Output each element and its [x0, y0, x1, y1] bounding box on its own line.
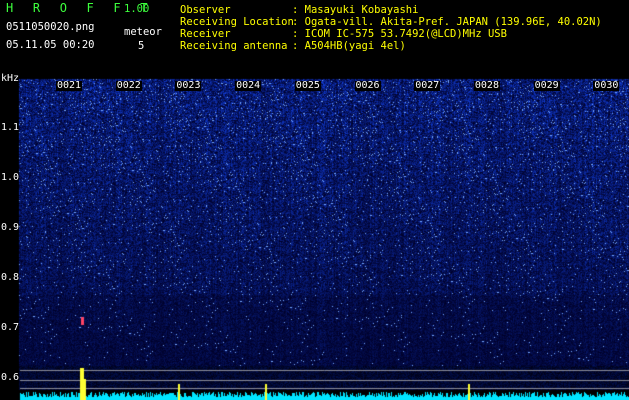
header-panel: H R O F F T 1.00 0511050020.png 05.11.05… [0, 0, 629, 74]
y-tick-label: 0.8 [1, 272, 20, 283]
meteor-count: 5 [138, 40, 145, 52]
y-tick-label: 0.9 [1, 222, 20, 233]
y-tick-label: 0.7 [1, 322, 20, 333]
file-datetime: 05.11.05 00:20 [6, 39, 95, 51]
x-tick-label: 0023 [175, 80, 202, 91]
location-value: : Ogata-vill. Akita-Pref. JAPAN (139.96E… [292, 16, 602, 28]
antenna-label: Receiving antenna [180, 40, 288, 52]
receiver-label: Receiver [180, 28, 231, 40]
y-tick-label: 1.1 [1, 122, 20, 133]
receiver-value: : ICOM IC-575 53.7492(@LCD)MHz USB [292, 28, 507, 40]
y-axis-unit: kHz [1, 73, 20, 84]
x-tick-label: 0030 [593, 80, 620, 91]
y-tick-label: 0.6 [1, 372, 20, 383]
file-name: 0511050020.png [6, 21, 95, 33]
x-tick-label: 0021 [56, 80, 83, 91]
x-tick-label: 0027 [414, 80, 441, 91]
x-tick-label: 0022 [115, 80, 142, 91]
observer-label: Observer [180, 4, 231, 16]
location-label: Receiving Location [180, 16, 294, 28]
spectrogram-canvas [0, 74, 629, 400]
x-tick-label: 0025 [294, 80, 321, 91]
observer-value: : Masayuki Kobayashi [292, 4, 419, 16]
x-tick-label: 0029 [533, 80, 560, 91]
y-tick-label: 1.0 [1, 172, 20, 183]
meteor-label: meteor [124, 26, 162, 38]
x-tick-label: 0024 [235, 80, 262, 91]
x-tick-label: 0026 [354, 80, 381, 91]
x-tick-label: 0028 [473, 80, 500, 91]
antenna-value: : A504HB(yagi 4el) [292, 40, 406, 52]
app-version: 1.00 [124, 3, 150, 15]
